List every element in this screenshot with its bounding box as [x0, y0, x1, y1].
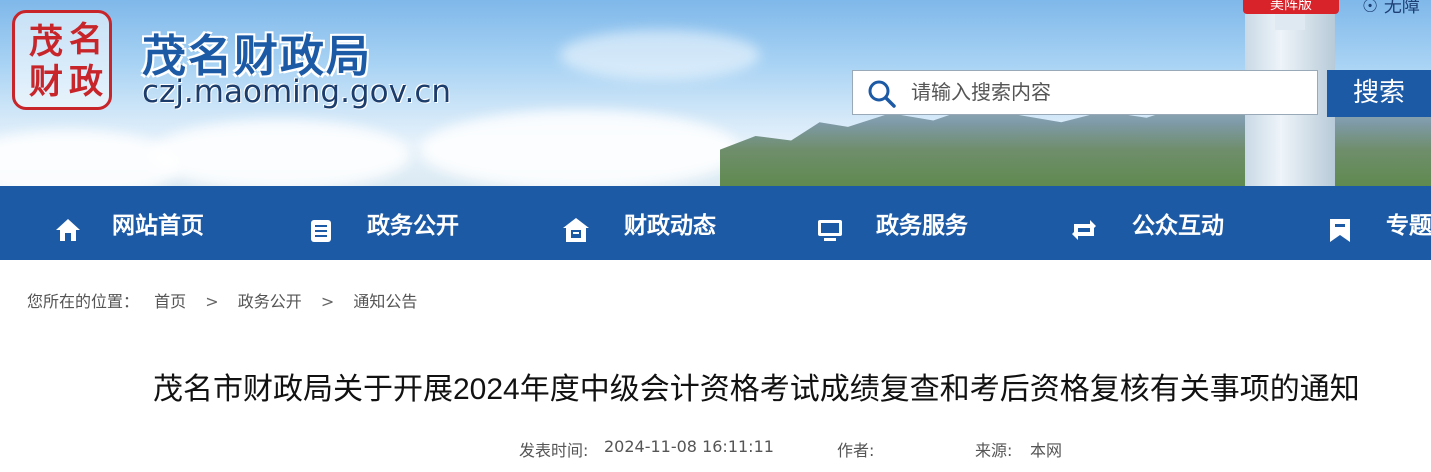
- nav-item-finance-news[interactable]: 财政动态: [562, 186, 792, 260]
- accessibility-icon: ☉: [1362, 0, 1379, 17]
- breadcrumb-link-notices[interactable]: 通知公告: [353, 292, 417, 311]
- search-icon: [868, 80, 896, 108]
- top-badge-button[interactable]: 美阵版: [1243, 0, 1339, 14]
- seal-char: 名: [69, 20, 103, 60]
- cloud-decoration: [0, 130, 180, 186]
- seal-char: 财: [29, 62, 63, 102]
- breadcrumb-link-home[interactable]: 首页: [154, 292, 186, 311]
- breadcrumb-separator: >: [205, 292, 219, 311]
- monitor-icon: [818, 220, 842, 241]
- search-box: [852, 70, 1318, 116]
- nav-label: 政务服务: [876, 213, 968, 239]
- nav-label: 财政动态: [624, 213, 716, 239]
- cloud-decoration: [150, 120, 410, 186]
- accessibility-link[interactable]: ☉ 无障: [1362, 0, 1420, 18]
- breadcrumb-link-government-affairs[interactable]: 政务公开: [238, 292, 302, 311]
- document-list-icon: [311, 220, 331, 242]
- bookmark-icon: [1330, 219, 1350, 242]
- nav-item-services[interactable]: 政务服务: [816, 186, 1046, 260]
- interaction-icon: [1072, 220, 1096, 240]
- source-label: 来源:: [975, 441, 1013, 460]
- nav-item-home[interactable]: 网站首页: [52, 186, 282, 260]
- author-label: 作者:: [837, 441, 875, 460]
- nav-label: 政务公开: [367, 213, 459, 239]
- breadcrumb: 您所在的位置： 首页 > 政务公开 > 通知公告: [27, 288, 417, 312]
- nav-item-government-affairs[interactable]: 政务公开: [307, 186, 537, 260]
- main-nav: 网站首页 政务公开 财政动态 政务服务 公众互动 专题: [0, 186, 1431, 260]
- source-value: 本网: [1030, 441, 1063, 460]
- nav-item-public-interaction[interactable]: 公众互动: [1070, 186, 1300, 260]
- seal-char: 政: [69, 62, 103, 102]
- search-input[interactable]: [909, 71, 1313, 116]
- seal-char: 茂: [29, 22, 63, 62]
- nav-label: 公众互动: [1132, 213, 1224, 239]
- seal-logo[interactable]: 茂 名 财 政: [12, 10, 112, 110]
- publish-time: 2024-11-08 16:11:11: [604, 437, 774, 456]
- nav-label: 网站首页: [112, 213, 204, 239]
- house-news-icon: [563, 218, 589, 242]
- nav-item-topics[interactable]: 专题: [1326, 186, 1431, 260]
- publish-time-label: 发表时间:: [519, 441, 589, 460]
- cloud-decoration: [420, 110, 740, 186]
- breadcrumb-separator: >: [320, 292, 335, 311]
- home-icon: [56, 219, 80, 241]
- article-title: 茂名市财政局关于开展2024年度中级会计资格考试成绩复查和考后资格复核有关事项的…: [153, 373, 1360, 406]
- nav-label: 专题: [1386, 213, 1431, 239]
- accessibility-label: 无障: [1383, 0, 1420, 17]
- search-button[interactable]: 搜索: [1327, 70, 1431, 117]
- breadcrumb-prefix: 您所在的位置：: [27, 292, 140, 311]
- site-url: czj.maoming.gov.cn: [142, 74, 452, 110]
- cloud-decoration: [560, 30, 760, 80]
